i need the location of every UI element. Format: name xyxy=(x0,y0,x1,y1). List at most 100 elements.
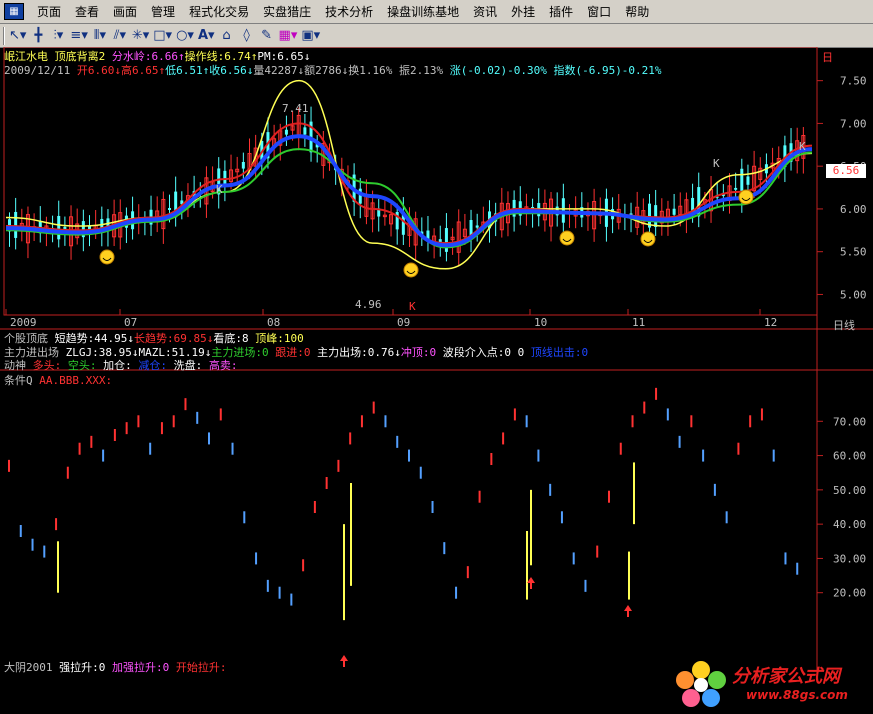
period-label[interactable]: 日线 xyxy=(833,317,855,333)
menu-plugins[interactable]: 插件 xyxy=(542,3,580,20)
reduce-label: 减仓: xyxy=(138,359,167,372)
menu-view[interactable]: 查看 xyxy=(68,3,106,20)
k-label-4: K xyxy=(409,300,416,313)
sub-bar xyxy=(490,453,493,465)
smiley-icon xyxy=(738,189,754,205)
sub-bar xyxy=(90,435,93,448)
candle-body xyxy=(734,187,738,190)
calendar-icon[interactable]: 日 xyxy=(822,49,833,65)
save-icon[interactable]: ▣▾ xyxy=(301,27,320,45)
sub-line-4: 条件Q AA.BBB.XXX: xyxy=(4,372,112,388)
menu-plugin-ext[interactable]: 外挂 xyxy=(504,3,542,20)
sub-bar xyxy=(443,542,446,555)
circle-icon[interactable]: ○▾ xyxy=(176,27,194,45)
trend-icon[interactable]: ⫽▾ xyxy=(112,27,128,45)
sub-tick-label: 40.00 xyxy=(833,518,866,531)
toolbar-separator xyxy=(3,26,4,45)
menu-help[interactable]: 帮助 xyxy=(618,3,656,20)
menu-window[interactable]: 窗口 xyxy=(580,3,618,20)
menu-screen[interactable]: 画面 xyxy=(106,3,144,20)
sub-bar xyxy=(784,552,787,565)
chart-area[interactable]: 7.507.006.506.005.505.00 200907080910111… xyxy=(0,46,873,707)
sub-bar xyxy=(208,432,210,445)
quote-amplitude: 振2.13% xyxy=(398,64,444,77)
date-axis: 2009 07 08 09 10 11 12 xyxy=(5,309,777,329)
watermark-url: www.88gs.com xyxy=(746,688,848,702)
menu-program-trading[interactable]: 程式化交易 xyxy=(182,3,256,20)
color-icon[interactable]: ▦▾ xyxy=(279,27,298,45)
bear-label: 空头: xyxy=(67,359,97,372)
sell-high-label: 高卖: xyxy=(208,359,238,372)
menu-manage[interactable]: 管理 xyxy=(144,3,182,20)
quote-index: 指数(-6.95)-0.21% xyxy=(553,64,662,77)
lock-icon[interactable]: ⌂ xyxy=(219,27,235,45)
high-label: 7.41 xyxy=(282,102,309,115)
band-entry: 波段介入点:0 0 xyxy=(442,346,525,359)
sub-bar xyxy=(78,442,81,455)
sub-yellow-bar xyxy=(57,541,59,593)
menu-training[interactable]: 操盘训练基地 xyxy=(380,3,466,20)
condition-title: 条件Q xyxy=(4,374,33,387)
candle-body xyxy=(475,225,479,228)
wash-label: 洗盘: xyxy=(173,359,203,372)
cursor-icon[interactable]: ↖▾ xyxy=(9,27,26,45)
x-tick-label: 2009 xyxy=(10,316,37,329)
price-tick-label: 5.00 xyxy=(840,288,867,301)
lines-icon[interactable]: ≡▾ xyxy=(70,27,87,45)
menu-tech-analysis[interactable]: 技术分析 xyxy=(318,3,380,20)
quote-turnover: 换1.16% xyxy=(348,64,393,77)
sub-bar xyxy=(372,401,375,414)
sub-bar xyxy=(8,459,10,472)
menu-hunt[interactable]: 实盘猎庄 xyxy=(256,3,318,20)
menu-news[interactable]: 资讯 xyxy=(466,3,504,20)
sub-bar xyxy=(113,429,116,441)
sub-bar xyxy=(678,435,681,448)
menu-bar: ▦ 页面 查看 画面 管理 程式化交易 实盘猎庄 技术分析 操盘训练基地 资讯 … xyxy=(0,0,873,24)
text-icon[interactable]: A▾ xyxy=(198,27,215,45)
k-label-1: K xyxy=(216,183,223,196)
candle-body xyxy=(303,127,307,135)
sub-bar xyxy=(302,559,305,572)
sub-bar xyxy=(172,415,175,428)
cross-icon[interactable]: ╋ xyxy=(30,27,46,45)
sub-bar xyxy=(572,552,575,565)
candle-body xyxy=(241,161,245,169)
app-logo-icon[interactable]: ▦ xyxy=(4,3,24,20)
drawing-toolbar: ↖▾ ╋ ⫶▾ ≡▾ ⦀▾ ⫽▾ ✳▾ □▾ ○▾ A▾ ⌂ ◊ ✎ ▦▾ ▣▾ xyxy=(0,24,873,48)
price-tick-label: 7.00 xyxy=(840,117,867,130)
quote-open: 开6.60↓ xyxy=(76,64,121,77)
sub-chart-bars xyxy=(8,387,799,667)
sub-bar xyxy=(55,518,58,531)
sub-bar xyxy=(502,432,505,445)
sub-line-3: 动神 多头: 空头: 加仓: 减仓: 洗盘: 高卖: xyxy=(4,357,238,373)
sub-bar xyxy=(478,490,481,503)
sub-bar xyxy=(690,415,693,428)
k-label-3: K xyxy=(799,140,806,153)
bars-icon[interactable]: ⫶▾ xyxy=(50,27,66,45)
sub-bar xyxy=(666,408,669,421)
sub-bar xyxy=(737,442,740,455)
quote-volume: 量42287↓ xyxy=(253,64,305,77)
rect-icon[interactable]: □▾ xyxy=(153,27,172,45)
sub-bar xyxy=(102,449,105,462)
sub-yellow-bar xyxy=(526,531,528,600)
sub-bar xyxy=(125,422,128,435)
flower-icon xyxy=(676,661,726,707)
gann-icon[interactable]: ✳▾ xyxy=(132,27,149,45)
sub-bar xyxy=(796,562,799,575)
sub-bar xyxy=(619,442,622,455)
sub-bar xyxy=(149,442,152,455)
menu-page[interactable]: 页面 xyxy=(30,3,68,20)
sub-bar xyxy=(219,408,222,421)
eraser-icon[interactable]: ◊ xyxy=(239,27,255,45)
candlesticks xyxy=(8,106,806,266)
quote-low: 低6.51↑ xyxy=(165,64,210,77)
sub-bar xyxy=(184,398,187,411)
pencil-icon[interactable]: ✎ xyxy=(259,27,275,45)
watermark-text: 分析家公式网 xyxy=(732,666,840,687)
strong-pull: 强拉升:0 xyxy=(59,661,106,674)
fib-icon[interactable]: ⦀▾ xyxy=(92,27,108,45)
k-label-2: K xyxy=(713,157,720,170)
sub-bar xyxy=(290,593,293,606)
bottom-line: 大阴2001 强拉升:0 加强拉升:0 开始拉升: xyxy=(4,659,227,675)
